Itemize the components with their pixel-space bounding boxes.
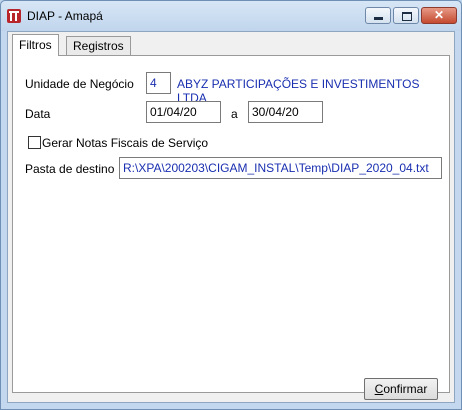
- pasta-destino-field[interactable]: R:\XPA\200203\CIGAM_INSTAL\Temp\DIAP_202…: [119, 157, 442, 179]
- confirm-button[interactable]: Confirmar: [364, 378, 438, 400]
- data-end-field[interactable]: 30/04/20: [248, 101, 323, 123]
- gerar-notas-label: Gerar Notas Fiscais de Serviço: [42, 136, 209, 150]
- app-logo-icon: [7, 9, 21, 23]
- window: DIAP - Amapá ✕ Filtros Registros Unidade…: [0, 0, 462, 410]
- confirm-label-rest: onfirmar: [383, 382, 428, 396]
- unidade-code-field[interactable]: 4: [146, 72, 171, 94]
- maximize-icon: [402, 12, 412, 21]
- filtros-panel: Unidade de Negócio 4 ABYZ PARTICIPAÇÕES …: [12, 55, 450, 393]
- minimize-icon: [374, 17, 383, 20]
- pasta-label: Pasta de destino: [25, 162, 115, 176]
- maximize-button[interactable]: [393, 7, 419, 24]
- data-separator: a: [231, 107, 238, 121]
- minimize-button[interactable]: [365, 7, 391, 24]
- data-start-field[interactable]: 01/04/20: [146, 101, 221, 123]
- data-label: Data: [25, 107, 51, 121]
- gerar-notas-checkbox[interactable]: [28, 136, 41, 149]
- title-bar[interactable]: DIAP - Amapá ✕: [1, 1, 461, 31]
- window-title: DIAP - Amapá: [27, 9, 103, 23]
- tab-filtros[interactable]: Filtros: [12, 34, 59, 56]
- client-area: Filtros Registros Unidade de Negócio 4 A…: [7, 31, 455, 403]
- unidade-label: Unidade de Negócio: [25, 77, 134, 91]
- close-icon: ✕: [433, 8, 445, 22]
- close-button[interactable]: ✕: [421, 7, 457, 24]
- tab-registros[interactable]: Registros: [66, 36, 131, 55]
